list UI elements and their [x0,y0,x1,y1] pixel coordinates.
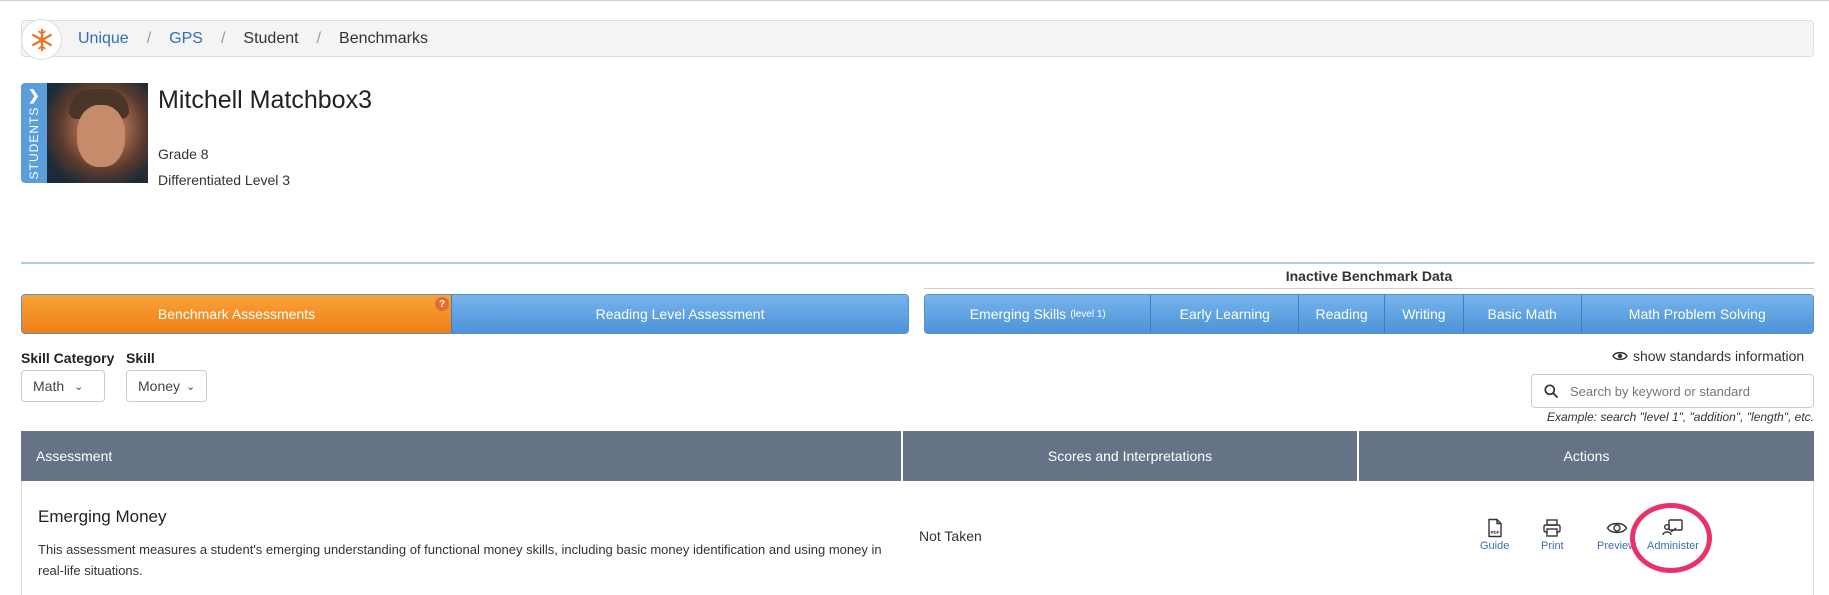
administer-label: Administer [1647,540,1699,552]
inactive-benchmark-underline [924,288,1814,289]
breadcrumb: Unique / GPS / Student / Benchmarks [21,19,1814,60]
tab-math-problem-solving[interactable]: Math Problem Solving [1581,295,1813,333]
svg-text:PDF: PDF [1490,530,1499,535]
eye-icon [1606,522,1627,534]
breadcrumb-separator: / [316,29,322,47]
preview-button[interactable]: Preview [1597,518,1636,552]
assessment-title: Emerging Money [38,507,167,526]
tab-reading-level-assessment[interactable]: Reading Level Assessment [452,295,908,333]
tab-label: Early Learning [1179,306,1270,322]
column-header-scores: Scores and Interpretations [903,431,1359,481]
guide-label: Guide [1480,540,1510,552]
inactive-benchmark-label: Inactive Benchmark Data [1285,268,1453,284]
column-header-actions: Actions [1563,448,1610,464]
chevron-down-icon: ⌄ [74,380,84,393]
top-border [0,0,1829,1]
chevron-down-icon: ⌄ [186,380,196,393]
tab-reading[interactable]: Reading [1299,295,1385,333]
chevron-right-icon: ❯ [28,87,40,103]
tab-sublabel: (level 1) [1070,308,1106,320]
breadcrumb-link-gps[interactable]: GPS [169,30,203,48]
show-standards-label: show standards information [1633,348,1805,364]
assessment-score: Not Taken [919,528,982,544]
tab-label: Math Problem Solving [1628,306,1766,322]
tab-writing[interactable]: Writing [1384,295,1464,333]
breadcrumb-separator: / [146,29,152,47]
section-divider [21,262,1814,264]
assessment-table-header: Assessment Scores and Interpretations Ac… [21,431,1814,481]
tab-label: Reading [1315,306,1368,322]
inactive-benchmark-tab-group: Emerging Skills (level 1) Early Learning… [924,294,1814,334]
administer-presenter-icon [1662,519,1683,536]
standards-search-box [1531,374,1814,408]
printer-icon [1543,519,1562,537]
guide-button[interactable]: PDF Guide [1480,518,1509,552]
tab-label: Basic Math [1487,306,1557,322]
student-name: Mitchell Matchbox3 [158,86,372,114]
pdf-guide-icon: PDF [1487,518,1502,538]
students-drawer-tab[interactable]: ❯ STUDENTS [21,83,47,183]
skill-label: Skill [126,350,155,366]
column-header-assessment: Assessment [21,431,903,481]
benchmark-tab-group: Benchmark Assessments ? Reading Level As… [21,294,909,334]
print-button[interactable]: Print [1541,518,1564,552]
skill-category-value: Math [33,378,65,394]
breadcrumb-link-unique[interactable]: Unique [78,30,129,48]
tab-label: Writing [1402,306,1446,322]
skill-category-select[interactable]: Math ⌄ [21,370,105,402]
tab-label: Emerging Skills [969,306,1067,322]
breadcrumb-separator: / [220,29,226,47]
preview-label: Preview [1597,540,1637,552]
tab-label: Benchmark Assessments [157,306,316,322]
breadcrumb-item-benchmarks: Benchmarks [339,29,428,47]
eye-icon [1612,351,1628,361]
student-level: Differentiated Level 3 [158,172,291,188]
tab-benchmark-assessments[interactable]: Benchmark Assessments ? [22,295,453,333]
skill-category-label: Skill Category [21,350,115,366]
tab-label: Reading Level Assessment [595,306,765,322]
skill-value: Money [138,378,181,394]
help-icon[interactable]: ? [435,297,450,311]
assessment-description: This assessment measures a student's eme… [38,542,882,578]
snowflake-logo-icon[interactable] [21,19,62,60]
student-avatar [47,83,148,183]
skill-select[interactable]: Money ⌄ [126,370,207,402]
standards-search-input[interactable] [1570,383,1800,399]
breadcrumb-item-student: Student [243,29,299,47]
table-row: Emerging Money This assessment measures … [21,481,1814,595]
tab-emerging-skills[interactable]: Emerging Skills (level 1) [925,295,1152,333]
search-icon [1544,384,1558,398]
tab-basic-math[interactable]: Basic Math [1463,295,1582,333]
tab-early-learning[interactable]: Early Learning [1151,295,1300,333]
student-grade: Grade 8 [158,146,209,162]
administer-button[interactable]: Administer [1647,518,1699,552]
students-tab-label: STUDENTS [27,106,41,180]
show-standards-toggle[interactable]: show standards information [1612,348,1804,364]
print-label: Print [1541,540,1564,552]
search-example-hint: Example: search "level 1", "addition", "… [1546,410,1814,424]
